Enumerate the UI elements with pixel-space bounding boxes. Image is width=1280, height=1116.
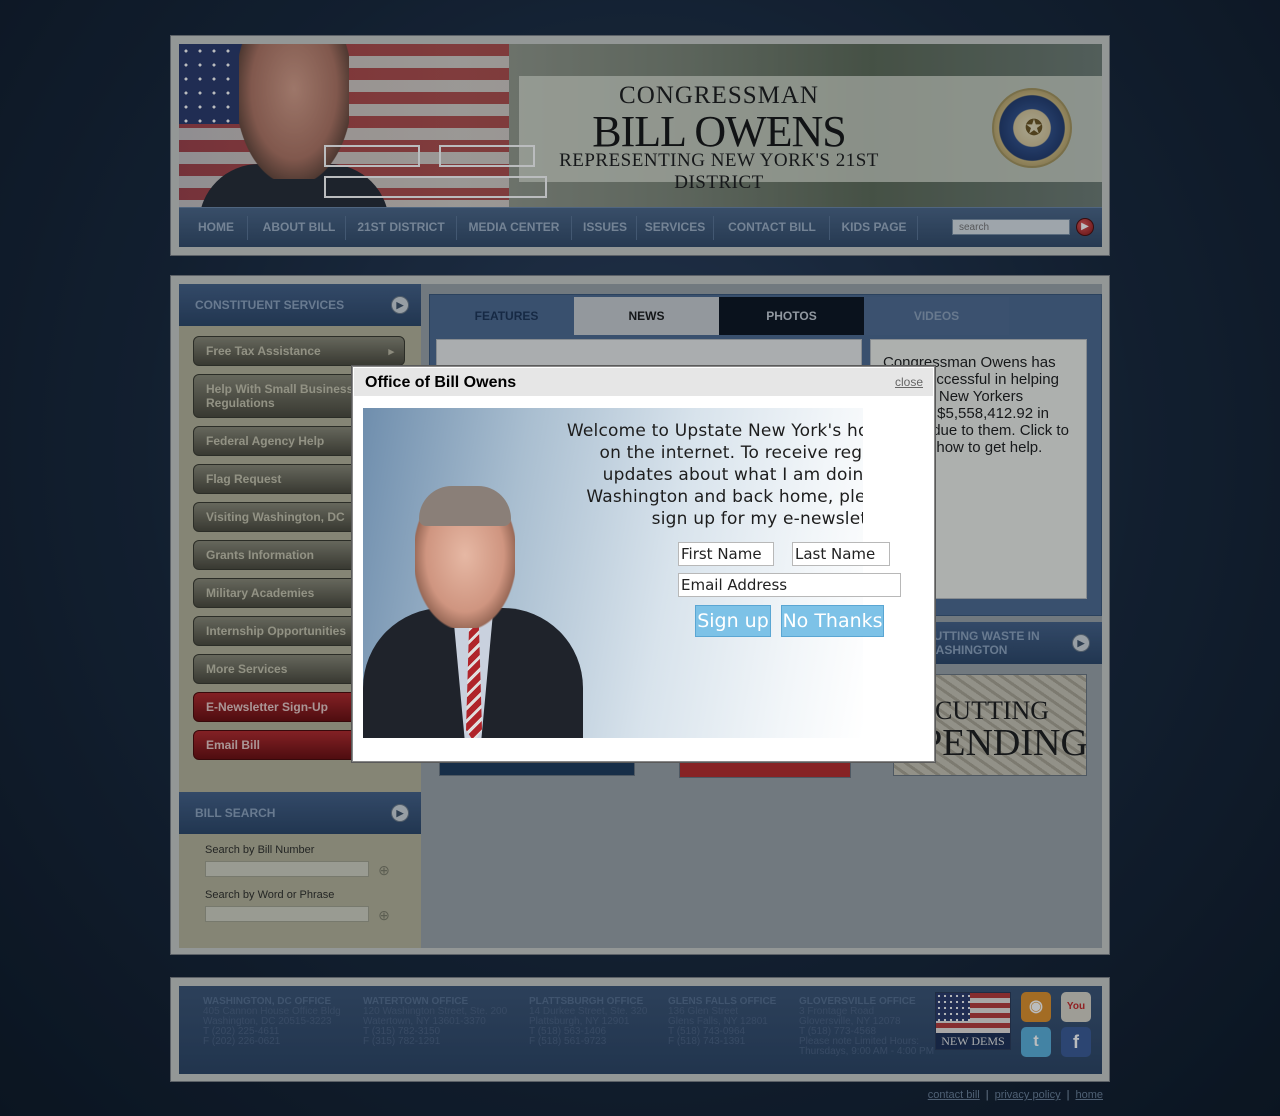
modal-close-link[interactable]: close — [895, 375, 923, 389]
modal-title: Office of Bill Owens — [365, 374, 517, 391]
first-name-field[interactable] — [678, 542, 774, 566]
email-field[interactable] — [678, 573, 901, 597]
modal-message: Welcome to Upstate New York's home on th… — [566, 421, 863, 529]
no-thanks-button[interactable]: No Thanks — [781, 605, 884, 637]
modal-titlebar: Office of Bill Owens close — [354, 368, 933, 396]
modal-portrait-hair — [419, 486, 511, 526]
newsletter-modal: Office of Bill Owens close Welcome to Up… — [352, 366, 935, 762]
last-name-field[interactable] — [792, 542, 890, 566]
signup-button[interactable]: Sign up — [695, 605, 771, 637]
